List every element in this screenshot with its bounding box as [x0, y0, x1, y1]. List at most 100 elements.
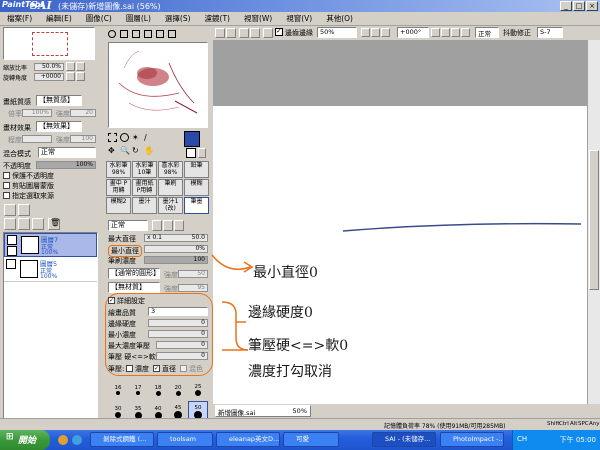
pressure-blend-checkbox[interactable] — [180, 365, 187, 372]
invert-button[interactable] — [250, 28, 260, 38]
maximize-button[interactable]: □ — [573, 1, 585, 11]
delete-layer-button[interactable]: 🗑 — [48, 218, 60, 230]
minimize-button[interactable]: _ — [560, 1, 572, 11]
rotate-reset-button[interactable] — [451, 28, 460, 37]
scrollbar-thumb[interactable] — [589, 150, 599, 290]
pressure-density-checkbox[interactable] — [126, 365, 133, 372]
navigator-preview[interactable] — [3, 27, 95, 60]
brush-size-preset[interactable]: 17 — [128, 379, 148, 401]
zoom-out-button[interactable] — [361, 28, 370, 37]
zoom-reset-button[interactable] — [381, 28, 390, 37]
undo-button[interactable] — [215, 28, 225, 38]
nav-angle-slider[interactable]: +0000 — [34, 73, 64, 81]
max-pressure-slider[interactable]: 0 — [156, 341, 208, 349]
brush-size-preset[interactable]: 20 — [168, 379, 188, 401]
transparent-color-button[interactable] — [198, 148, 206, 158]
hsv-slider-tab[interactable] — [132, 30, 140, 38]
flip-button[interactable] — [461, 28, 470, 37]
taskbar-item[interactable]: 可愛 — [283, 432, 339, 447]
start-button[interactable]: ⊞ 開始 — [0, 430, 50, 450]
menu-view[interactable]: 視窗(W) — [237, 13, 279, 24]
tool-pencil[interactable]: 鉛筆 — [184, 161, 209, 178]
close-button[interactable]: × — [586, 1, 598, 11]
density-slider[interactable]: 100 — [144, 256, 208, 264]
effect-degree-slider[interactable] — [22, 135, 52, 143]
swatches-tab[interactable] — [156, 30, 164, 38]
tool-blur-2[interactable]: 模糊2 — [106, 197, 131, 214]
advanced-settings-checkbox[interactable]: ✓ — [108, 297, 115, 304]
scratchpad-tab[interactable] — [168, 30, 176, 38]
document-tab[interactable]: 新增圖像.sai 50% — [215, 405, 311, 417]
clear-layer-button[interactable] — [32, 218, 44, 230]
rotation-select[interactable]: +000° — [397, 27, 429, 38]
layer-row[interactable]: 圖層5 正常 100% — [4, 258, 97, 282]
paper-strength-slider[interactable]: 20 — [70, 109, 96, 117]
paper-scale-slider[interactable]: 100% — [22, 109, 52, 117]
menu-layer[interactable]: 圖層(L) — [119, 13, 158, 24]
menu-window[interactable]: 視窗(V) — [279, 13, 319, 24]
tool-blur[interactable]: 模糊 — [184, 179, 209, 196]
input-language[interactable]: CH — [517, 435, 527, 443]
rotate-right-button[interactable] — [441, 28, 450, 37]
menu-other[interactable]: 其他(O) — [319, 13, 360, 24]
brush-texture-select[interactable]: 【無材質】 — [108, 282, 160, 293]
antialias-checkbox[interactable]: ✓ — [275, 27, 283, 36]
move-icon[interactable]: ✥ — [108, 146, 117, 155]
magic-wand-icon[interactable]: ✶ — [132, 133, 141, 142]
max-size-slider[interactable]: x 0.1 50.0 — [144, 234, 208, 242]
menu-file[interactable]: 檔案(F) — [0, 13, 39, 24]
brush-mode-option-3[interactable] — [174, 220, 184, 231]
menu-image[interactable]: 圖像(C) — [79, 13, 119, 24]
opacity-slider[interactable]: 100% — [36, 161, 96, 169]
rotate-left-button[interactable] — [431, 28, 440, 37]
nav-zoom-out-button[interactable] — [66, 62, 75, 71]
primary-color-swatch[interactable] — [184, 131, 200, 147]
ie-quicklaunch-icon[interactable] — [72, 435, 82, 445]
taskbar-item[interactable]: 剝除式鋼鐵 (... — [90, 432, 154, 447]
taskbar-item-active[interactable]: SAI - (未儲存... — [372, 432, 436, 447]
brush-size-preset[interactable]: 16 — [108, 379, 128, 401]
edge-hardness-slider[interactable]: 0 — [148, 319, 208, 327]
scratchpad-canvas[interactable] — [108, 42, 208, 128]
stabilizer-select[interactable]: S-7 — [537, 27, 563, 38]
nav-zoom-in-button[interactable] — [76, 62, 85, 71]
tool-watercolor-10[interactable]: 水彩筆 10筆 — [132, 161, 157, 178]
brush-mode-option-1[interactable] — [152, 220, 162, 231]
chrome-quicklaunch-icon[interactable] — [58, 435, 68, 445]
blend-mode-select[interactable]: 正常 — [475, 27, 499, 38]
nav-zoom-slider[interactable]: 50.0% — [34, 63, 64, 71]
brush-mode-option-2[interactable] — [163, 220, 173, 231]
menu-select[interactable]: 選擇(S) — [158, 13, 198, 24]
zoom-icon[interactable]: 🔍 — [120, 146, 130, 155]
brush-size-preset[interactable]: 25 — [188, 379, 208, 401]
hand-icon[interactable]: ✋ — [144, 146, 154, 155]
paper-texture-select[interactable]: 【無質感】 — [36, 95, 82, 106]
rotate-icon[interactable]: ↻ — [132, 146, 141, 155]
effect-select[interactable]: 【無效果】 — [36, 121, 82, 132]
tool-ink-mod[interactable]: 墨汁1 (改) — [158, 197, 183, 214]
tool-ink[interactable]: 墨汁 — [132, 197, 157, 214]
brush-mode-select[interactable]: 正常 — [108, 220, 148, 231]
redo-button[interactable] — [226, 28, 236, 38]
copy-layer-button[interactable] — [4, 218, 16, 230]
new-folder-button[interactable] — [18, 204, 30, 216]
eyedropper-icon[interactable]: ∕ — [144, 133, 153, 142]
brush-shape-select[interactable]: 【通常的圓形】 — [108, 268, 160, 279]
effect-strength-slider[interactable]: 100 — [70, 135, 96, 143]
nav-rotate-left-button[interactable] — [66, 72, 75, 81]
menu-filter[interactable]: 濾鏡(T) — [198, 13, 237, 24]
new-layer-button[interactable] — [4, 204, 16, 216]
tool-pen-active[interactable]: 筆墨 — [184, 197, 209, 214]
rgb-slider-tab[interactable] — [120, 30, 128, 38]
marquee-icon[interactable] — [108, 133, 117, 142]
tool-brush[interactable]: 筆刷 — [158, 179, 183, 196]
clipping-mask-checkbox[interactable] — [3, 182, 10, 189]
merge-layer-button[interactable] — [18, 218, 30, 230]
brush-size-preset[interactable]: 18 — [148, 379, 168, 401]
shape-strength-slider[interactable]: 50 — [178, 270, 208, 278]
menu-edit[interactable]: 編輯(E) — [39, 13, 79, 24]
zoom-select[interactable]: 50% — [317, 27, 357, 38]
taskbar-item[interactable]: toolsam — [157, 432, 213, 447]
lasso-icon[interactable] — [120, 133, 129, 142]
secondary-color-swatch[interactable] — [186, 148, 196, 158]
